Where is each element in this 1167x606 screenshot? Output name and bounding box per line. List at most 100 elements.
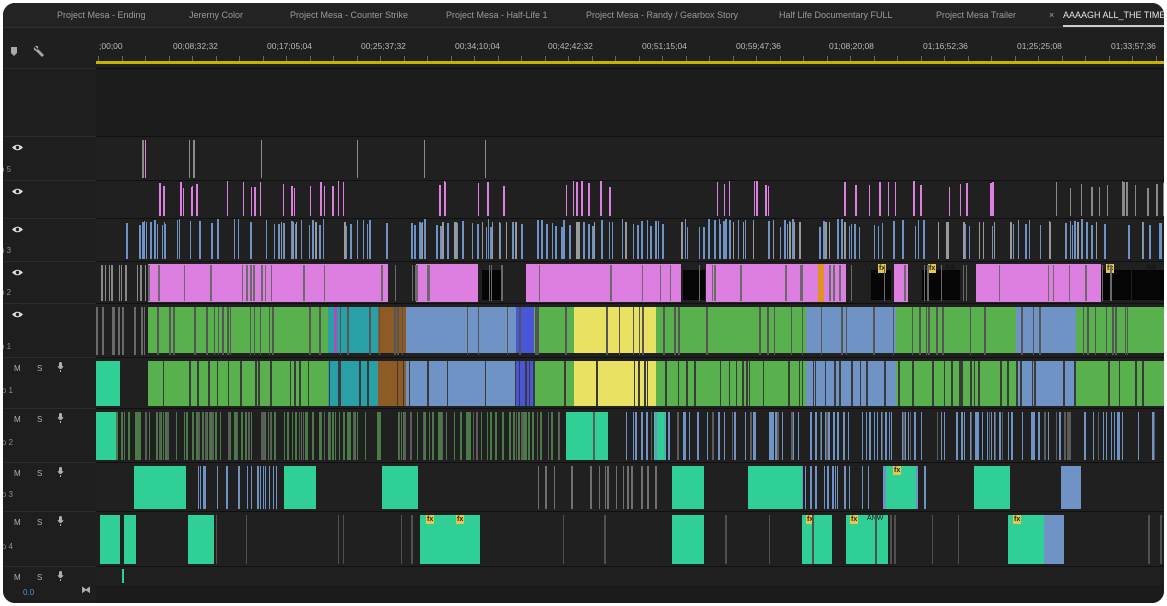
timeline-clip[interactable] [1123, 182, 1125, 216]
microphone-icon[interactable] [57, 516, 64, 528]
timeline-clip[interactable] [813, 361, 814, 406]
timeline-clip[interactable] [423, 412, 424, 460]
timeline-clip[interactable] [265, 466, 266, 509]
timeline-clip[interactable] [237, 412, 238, 460]
timeline-clip[interactable] [903, 412, 905, 460]
timeline-clip[interactable] [506, 222, 507, 259]
timeline-clip[interactable] [537, 220, 539, 259]
timeline-clip[interactable] [720, 361, 721, 406]
microphone-icon[interactable] [57, 467, 64, 479]
timeline-clip[interactable] [893, 221, 895, 259]
timeline-clip[interactable] [105, 265, 106, 301]
timeline-clip[interactable] [319, 307, 321, 355]
timeline-clip[interactable] [712, 412, 714, 460]
timeline-clip[interactable] [958, 515, 959, 564]
timeline-clip[interactable] [1070, 221, 1071, 259]
timeline-clip[interactable] [658, 221, 659, 259]
timeline-clip[interactable] [891, 412, 892, 460]
timeline-clip[interactable] [633, 412, 634, 460]
timeline-clip[interactable] [1033, 307, 1034, 355]
timeline-clip[interactable] [334, 307, 337, 353]
timeline-clip[interactable] [1084, 412, 1086, 460]
timeline-clip[interactable] [694, 361, 696, 406]
timeline-clip[interactable] [324, 412, 325, 460]
timeline-clip[interactable] [646, 412, 648, 460]
timeline-clip[interactable] [541, 220, 543, 259]
timeline-clip[interactable] [894, 515, 896, 564]
timeline-clip[interactable] [1148, 515, 1150, 564]
timeline-clip[interactable] [1099, 187, 1100, 216]
timeline-clip[interactable] [965, 224, 966, 259]
timeline-clip[interactable] [610, 265, 612, 301]
timeline-clip[interactable] [540, 412, 542, 460]
timeline-clip[interactable] [936, 307, 938, 355]
timeline-clip[interactable] [122, 307, 124, 355]
timeline-clip[interactable] [839, 265, 841, 301]
timeline-clip[interactable] [124, 515, 136, 564]
timeline-clip[interactable] [992, 182, 994, 216]
timeline-clip[interactable] [265, 412, 266, 460]
timeline-clip[interactable] [987, 412, 988, 460]
timeline-clip[interactable] [320, 182, 322, 216]
timeline-clip[interactable] [851, 265, 852, 301]
timeline-clip[interactable] [1149, 225, 1151, 259]
timeline-clip[interactable] [111, 265, 113, 301]
timeline-clip[interactable] [406, 361, 516, 406]
timeline-clip[interactable] [991, 412, 992, 460]
timeline-clip[interactable] [220, 412, 221, 460]
video-track-lane[interactable]: fxfxfxAdjfxAdj [96, 261, 1164, 304]
timeline-clip[interactable] [515, 222, 517, 259]
timeline-clip[interactable] [841, 307, 843, 355]
eye-icon[interactable] [12, 143, 23, 154]
timeline-clip[interactable] [369, 307, 371, 355]
timeline-clip[interactable] [647, 466, 649, 509]
timeline-clip[interactable] [724, 184, 725, 216]
timeline-clip[interactable] [255, 361, 257, 406]
timeline-clip[interactable] [806, 307, 896, 353]
timeline-clip[interactable] [1076, 361, 1164, 406]
timeline-clip[interactable] [251, 466, 252, 509]
timeline-clip[interactable] [969, 226, 970, 259]
timeline-clip[interactable] [379, 307, 380, 355]
timeline-clip[interactable] [1020, 361, 1022, 406]
timeline-clip[interactable] [884, 361, 886, 406]
timeline-clip[interactable] [655, 412, 657, 460]
timeline-clip[interactable] [1064, 412, 1066, 460]
timeline-clip[interactable] [815, 361, 816, 406]
timeline-clip[interactable] [989, 412, 990, 460]
timeline-clip[interactable] [253, 265, 255, 301]
timeline-clip[interactable] [699, 227, 700, 259]
timeline-clip[interactable] [167, 412, 169, 460]
timeline-clip[interactable] [811, 412, 812, 460]
timeline-clip[interactable] [802, 265, 803, 301]
timeline-clip[interactable] [526, 264, 571, 302]
timeline-clip[interactable] [287, 412, 289, 460]
timeline-clip[interactable] [1033, 412, 1035, 460]
timeline-clip[interactable] [243, 182, 244, 216]
timeline-clip[interactable] [639, 307, 640, 355]
timeline-clip[interactable] [283, 184, 284, 216]
timeline-clip[interactable] [641, 412, 643, 460]
timeline-clip[interactable] [487, 412, 488, 460]
timeline-clip[interactable] [238, 219, 239, 259]
timeline-clip[interactable] [916, 466, 918, 509]
timeline-clip[interactable] [725, 219, 727, 259]
timeline-clip[interactable] [159, 412, 161, 460]
timeline-clip[interactable] [144, 307, 145, 355]
timeline-clip[interactable] [552, 223, 553, 259]
timeline-clip[interactable] [183, 188, 184, 216]
timeline-clip[interactable] [499, 222, 500, 259]
timeline-clip[interactable] [386, 223, 388, 259]
timeline-clip[interactable] [749, 361, 750, 406]
timeline-clip[interactable] [893, 307, 894, 355]
timeline-clip[interactable] [545, 466, 547, 509]
timeline-clip[interactable] [537, 412, 538, 460]
timeline-clip[interactable] [859, 227, 860, 259]
timeline-clip[interactable] [566, 185, 567, 216]
timeline-clip[interactable] [157, 224, 158, 259]
timeline-clip[interactable] [882, 223, 883, 259]
timeline-clip[interactable] [974, 361, 975, 406]
timeline-clip[interactable] [1032, 361, 1033, 406]
timeline-clip[interactable] [1081, 219, 1083, 259]
timeline-clip[interactable] [516, 412, 517, 460]
